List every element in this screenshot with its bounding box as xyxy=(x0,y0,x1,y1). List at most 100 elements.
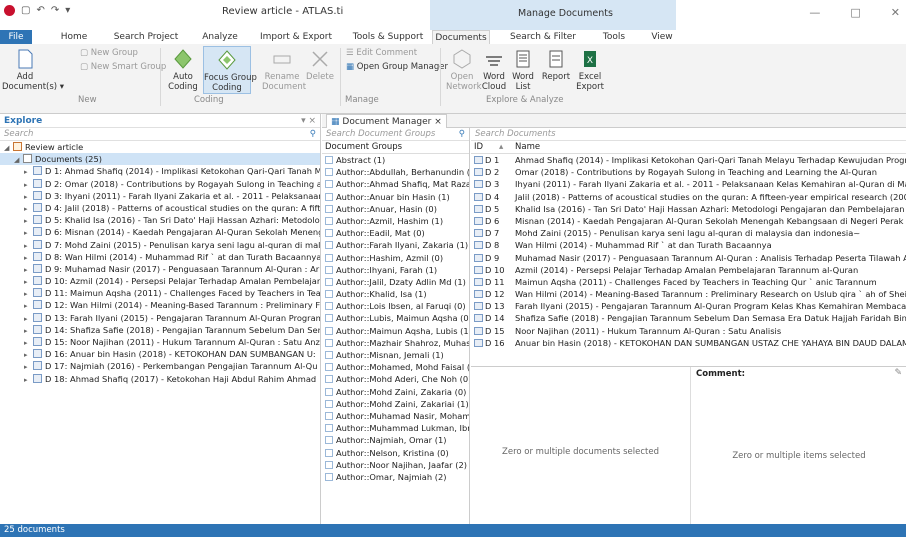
expand-arrow-icon[interactable]: ▸ xyxy=(24,288,33,299)
undo-icon[interactable]: ↶ xyxy=(36,5,44,16)
tree-document-item[interactable]: ▸ D 16: Anuar bin Hasin (2018) - KETOKOHA… xyxy=(0,348,320,360)
group-list-item[interactable]: Author::Hashim, Azmil (0) xyxy=(322,252,469,264)
expand-arrow-icon[interactable]: ▸ xyxy=(24,313,33,324)
table-row[interactable]: D 3 Ihyani (2011) - Farah Ilyani Zakaria … xyxy=(471,178,906,190)
expand-arrow-icon[interactable]: ▸ xyxy=(24,300,33,311)
tree-document-item[interactable]: ▸ D 1: Ahmad Shafiq (2014) - Implikasi Ke… xyxy=(0,165,320,177)
tab-view[interactable]: View xyxy=(644,30,680,44)
group-list-item[interactable]: Author::Eadil, Mat (0) xyxy=(322,227,469,239)
word-list-button[interactable]: Word List xyxy=(510,48,536,92)
tree-document-item[interactable]: ▸ D 13: Farah Ilyani (2015) - Pengajaran … xyxy=(0,312,320,324)
tab-tools[interactable]: Tools xyxy=(596,30,632,44)
tree-document-item[interactable]: ▸ D 18: Ahmad Shafiq (2017) - Ketokohan H… xyxy=(0,373,320,385)
document-search-field[interactable]: Search Documents xyxy=(471,128,906,141)
excel-export-button[interactable]: X Excel Export xyxy=(574,48,606,92)
tree-document-item[interactable]: ▸ D 6: Misnan (2014) - Kaedah Pengajaran … xyxy=(0,226,320,238)
word-cloud-button[interactable]: Word Cloud xyxy=(480,48,508,92)
group-list-item[interactable]: Author::Azmil, Hashim (1) xyxy=(322,215,469,227)
col-name[interactable]: Name xyxy=(515,141,540,154)
expand-arrow-icon[interactable]: ▸ xyxy=(24,374,33,385)
table-row[interactable]: D 9 Muhamad Nasir (2017) - Penguasaan Tar… xyxy=(471,252,906,264)
tree-document-item[interactable]: ▸ D 8: Wan Hilmi (2014) - Muhammad Rif ` … xyxy=(0,251,320,263)
group-list-item[interactable]: Author::Mohamed, Mohd Faisal (C xyxy=(322,361,469,373)
group-list-item[interactable]: Author::Mohd Zaini, Zakariai (1) xyxy=(322,398,469,410)
expand-arrow-icon[interactable]: ▸ xyxy=(24,203,33,214)
table-row[interactable]: D 11 Maimun Aqsha (2011) - Challenges Fac… xyxy=(471,276,906,288)
auto-coding-button[interactable]: Auto Coding xyxy=(166,48,200,92)
expand-arrow-icon[interactable]: ▸ xyxy=(24,215,33,226)
group-list-item[interactable]: Author::Anuar, Hasin (0) xyxy=(322,203,469,215)
tree-document-item[interactable]: ▸ D 17: Najmiah (2016) - Perkembangan Pen… xyxy=(0,360,320,372)
table-row[interactable]: D 13 Farah Ilyani (2015) - Pengajaran Tar… xyxy=(471,300,906,312)
expand-arrow-icon[interactable]: ▸ xyxy=(24,361,33,372)
group-list-item[interactable]: Author::Lois Ibsen, al Faruqi (0) xyxy=(322,300,469,312)
search-icon[interactable]: ⚲ xyxy=(459,128,465,141)
expand-arrow-icon[interactable]: ▸ xyxy=(24,252,33,263)
tree-root[interactable]: ◢ Review article xyxy=(0,141,320,153)
group-list-item[interactable]: Author::Abdullah, Berhanundin (0 xyxy=(322,166,469,178)
tab-home[interactable]: Home xyxy=(52,30,96,44)
tab-search-project[interactable]: Search Project xyxy=(108,30,184,44)
table-row[interactable]: D 14 Shafiza Safie (2018) - Pengajian Tar… xyxy=(471,312,906,324)
redo-icon[interactable]: ↷ xyxy=(51,5,59,16)
group-list-item[interactable]: Author::Mazhair Shahroz, Muhasip xyxy=(322,337,469,349)
tree-document-item[interactable]: ▸ D 3: Ihyani (2011) - Farah Ilyani Zakar… xyxy=(0,190,320,202)
maximize-icon[interactable]: □ xyxy=(850,6,860,19)
expand-arrow-icon[interactable]: ▸ xyxy=(24,325,33,336)
add-documents-button[interactable]: Add Document(s) ▾ xyxy=(2,48,64,92)
group-list-item[interactable]: Author::Muhamad Nasir, Mohama xyxy=(322,410,469,422)
expand-arrow-icon[interactable]: ▸ xyxy=(24,191,33,202)
minimize-icon[interactable]: — xyxy=(809,6,820,19)
tree-document-item[interactable]: ▸ D 11: Maimun Aqsha (2011) - Challenges … xyxy=(0,287,320,299)
customize-icon[interactable]: ▾ xyxy=(65,5,70,16)
group-list-item[interactable]: Author::Jalil, Dzaty Adlin Md (1) xyxy=(322,276,469,288)
group-list-item[interactable]: Author::Misnan, Jemali (1) xyxy=(322,349,469,361)
tree-document-item[interactable]: ▸ D 12: Wan Hilmi (2014) - Meaning-Based … xyxy=(0,299,320,311)
group-list-item[interactable]: Author::Anuar bin Hasin (1) xyxy=(322,191,469,203)
tree-documents-node[interactable]: ◢ Documents (25) xyxy=(0,153,320,166)
focus-group-coding-button[interactable]: Focus Group Coding xyxy=(203,46,257,94)
expand-arrow-icon[interactable]: ▸ xyxy=(24,166,33,177)
group-search-field[interactable]: Search Document Groups ⚲ xyxy=(322,128,469,141)
tab-search-filter[interactable]: Search & Filter xyxy=(506,30,580,44)
table-row[interactable]: D 1 Ahmad Shafiq (2014) - Implikasi Ketok… xyxy=(471,154,906,166)
tab-document-manager[interactable]: ▦ Document Manager × xyxy=(326,114,447,128)
table-row[interactable]: D 8 Wan Hilmi (2014) - Muhammad Rif ` at … xyxy=(471,239,906,251)
group-list-item[interactable]: Author::Najmiah, Omar (1) xyxy=(322,434,469,446)
group-list-item[interactable]: Author::Nelson, Kristina (0) xyxy=(322,447,469,459)
expand-arrow-icon[interactable]: ▸ xyxy=(24,179,33,190)
tree-document-item[interactable]: ▸ D 15: Noor Najihan (2011) - Hukum Taran… xyxy=(0,336,320,348)
collapse-arrow-icon[interactable]: ◢ xyxy=(4,142,13,153)
group-list-item[interactable]: Author::Mohd Aderi, Che Noh (0) xyxy=(322,373,469,385)
table-row[interactable]: D 12 Wan Hilmi (2014) - Meaning-Based Tar… xyxy=(471,288,906,300)
tree-document-item[interactable]: ▸ D 4: Jalil (2018) - Patterns of acousti… xyxy=(0,202,320,214)
save-icon[interactable]: ▢ xyxy=(21,5,30,16)
tree-document-item[interactable]: ▸ D 5: Khalid Isa (2016) - Tan Sri Dato' … xyxy=(0,214,320,226)
table-row[interactable]: D 6 Misnan (2014) - Kaedah Pengajaran Al-… xyxy=(471,215,906,227)
tree-document-item[interactable]: ▸ D 9: Muhamad Nasir (2017) - Penguasaan … xyxy=(0,263,320,275)
tree-document-item[interactable]: ▸ D 2: Omar (2018) - Contributions by Rog… xyxy=(0,178,320,190)
group-list-item[interactable]: Author::Farah Ilyani, Zakaria (1) xyxy=(322,239,469,251)
tab-import-export[interactable]: Import & Export xyxy=(256,30,336,44)
expand-arrow-icon[interactable]: ▸ xyxy=(24,349,33,360)
group-list-item[interactable]: Author::Lubis, Maimun Aqsha (0) xyxy=(322,312,469,324)
tree-document-item[interactable]: ▸ D 10: Azmil (2014) - Persepsi Pelajar T… xyxy=(0,275,320,287)
group-list-item[interactable]: Author::Muhammad Lukman, Ibra xyxy=(322,422,469,434)
tab-documents[interactable]: Documents xyxy=(432,30,490,44)
group-list-item[interactable]: Author::Ihyani, Farah (1) xyxy=(322,264,469,276)
expand-arrow-icon[interactable]: ▸ xyxy=(24,240,33,251)
expand-arrow-icon[interactable]: ▸ xyxy=(24,337,33,348)
table-row[interactable]: D 5 Khalid Isa (2016) - Tan Sri Dato' Haj… xyxy=(471,203,906,215)
group-list-item[interactable]: Author::Noor Najihan, Jaafar (2) xyxy=(322,459,469,471)
open-group-manager-button[interactable]: ▦ Open Group Manager xyxy=(346,62,448,72)
pane-close-icon[interactable]: ▾ × xyxy=(301,114,316,128)
group-list-item[interactable]: Author::Mohd Zaini, Zakaria (0) xyxy=(322,386,469,398)
edit-comment-icon[interactable]: ✎ xyxy=(894,368,902,378)
table-row[interactable]: D 16 Anuar bin Hasin (2018) - KETOKOHAN D… xyxy=(471,337,906,349)
explore-search-field[interactable]: Search ⚲ xyxy=(0,128,320,141)
tab-file[interactable]: File xyxy=(0,30,32,44)
col-id[interactable]: ID xyxy=(474,141,483,154)
group-list-item[interactable]: Author::Omar, Najmiah (2) xyxy=(322,471,469,483)
close-icon[interactable]: ✕ xyxy=(891,6,900,19)
search-icon[interactable]: ⚲ xyxy=(310,128,316,141)
